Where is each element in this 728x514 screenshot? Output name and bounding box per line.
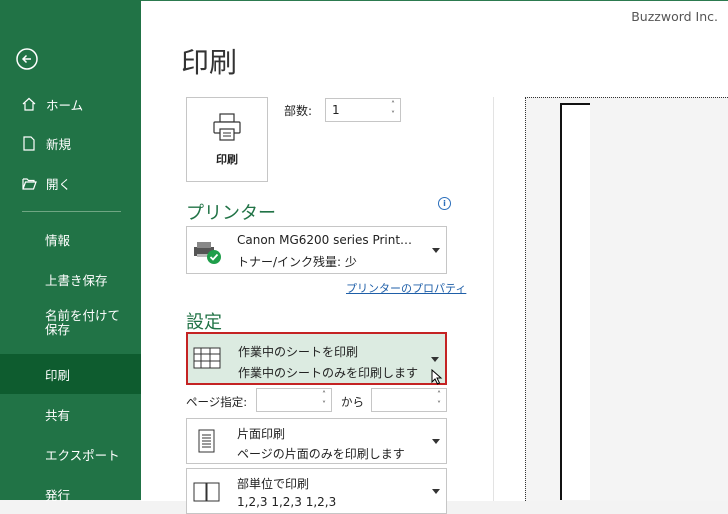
nav-save[interactable]: 上書き保存: [0, 260, 141, 298]
nav-label: 上書き保存: [45, 272, 108, 288]
chevron-down-icon: [432, 248, 440, 253]
chevron-down-icon: [432, 489, 440, 494]
spin-arrows-icon[interactable]: ˄ ˅: [319, 390, 329, 410]
watermark: Buzzword Inc.: [631, 9, 718, 24]
collate-title: 部単位で印刷: [237, 477, 310, 491]
nav-home[interactable]: ホーム: [0, 85, 141, 123]
copies-value: 1: [332, 103, 340, 117]
spin-arrows-icon[interactable]: ˄ ˅: [434, 390, 444, 410]
nav-label: ホーム: [46, 97, 84, 113]
nav-label: エクスポート: [45, 447, 120, 463]
nav-open[interactable]: 開く: [0, 164, 141, 202]
nav-publish[interactable]: 発行: [0, 475, 141, 513]
nav-label: 印刷: [45, 367, 71, 383]
printer-status: トナー/インク残量: 少: [237, 255, 357, 269]
nav-save-as[interactable]: 名前を付けて保存: [0, 303, 141, 349]
print-button[interactable]: 印刷: [186, 97, 268, 182]
printer-ready-icon: [192, 239, 222, 269]
mouse-cursor-icon: [431, 368, 443, 389]
print-button-label: 印刷: [216, 152, 238, 166]
nav-label: 発行: [45, 487, 71, 503]
page-title: 印刷: [181, 46, 238, 79]
print-preview-area: [525, 97, 728, 501]
settings-heading: 設定: [186, 312, 222, 333]
nav-label: 新規: [46, 136, 72, 152]
one-sided-page-icon: [192, 428, 220, 460]
page-range-label: ページ指定:: [186, 395, 248, 409]
nav-label: 共有: [45, 407, 71, 423]
backstage-sidebar: ホーム 新規 開く 情報 上書き保存 名前を付けて保存 印刷 共有 エクスポート…: [0, 0, 141, 503]
nav-label: 情報: [45, 232, 71, 248]
nav-divider: [22, 211, 121, 212]
nav-new[interactable]: 新規: [0, 124, 141, 162]
sides-desc: ページの片面のみを印刷します: [237, 447, 405, 461]
copies-stepper[interactable]: 1 ˄ ˅: [325, 98, 401, 122]
nav-export[interactable]: エクスポート: [0, 435, 141, 473]
preview-page-sheet: [560, 103, 590, 500]
print-panel: Buzzword Inc. 印刷 印刷 部数: 1 ˄ ˅ プリンター i Ca…: [141, 0, 728, 514]
new-file-icon: [20, 134, 38, 152]
collated-pages-icon: [192, 481, 222, 507]
spin-arrows-icon[interactable]: ˄ ˅: [388, 100, 398, 120]
sides-dropdown[interactable]: 片面印刷 ページの片面のみを印刷します: [186, 418, 447, 464]
copies-label: 部数:: [284, 104, 313, 118]
printer-properties-link[interactable]: プリンターのプロパティ: [346, 280, 466, 296]
back-arrow-icon[interactable]: [16, 48, 38, 70]
folder-open-icon: [20, 174, 38, 192]
printer-icon: [212, 112, 242, 145]
page-to-label: から: [341, 395, 364, 409]
collate-dropdown[interactable]: 部単位で印刷 1,2,3 1,2,3 1,2,3: [186, 468, 447, 514]
chevron-down-icon: [431, 357, 439, 362]
page-from-input[interactable]: ˄ ˅: [256, 388, 332, 412]
home-icon: [20, 95, 38, 113]
nav-info[interactable]: 情報: [0, 220, 141, 258]
page-to-input[interactable]: ˄ ˅: [371, 388, 447, 412]
sheet-grid-icon: [193, 347, 221, 373]
print-scope-desc: 作業中のシートのみを印刷します: [238, 366, 419, 380]
printer-heading: プリンター: [186, 203, 276, 224]
sides-title: 片面印刷: [237, 427, 286, 441]
panel-divider: [493, 97, 494, 501]
nav-print[interactable]: 印刷: [0, 354, 141, 394]
nav-label: 開く: [46, 176, 72, 192]
print-scope-dropdown[interactable]: 作業中のシートを印刷 作業中のシートのみを印刷します: [186, 332, 447, 385]
chevron-down-icon: [432, 439, 440, 444]
nav-share[interactable]: 共有: [0, 395, 141, 433]
printer-dropdown[interactable]: Canon MG6200 series Print… トナー/インク残量: 少: [186, 226, 447, 274]
nav-label: 名前を付けて保存: [45, 308, 121, 337]
collate-desc: 1,2,3 1,2,3 1,2,3: [237, 495, 337, 509]
info-icon[interactable]: i: [438, 197, 451, 210]
print-scope-title: 作業中のシートを印刷: [238, 345, 359, 359]
printer-name: Canon MG6200 series Print…: [237, 233, 413, 247]
